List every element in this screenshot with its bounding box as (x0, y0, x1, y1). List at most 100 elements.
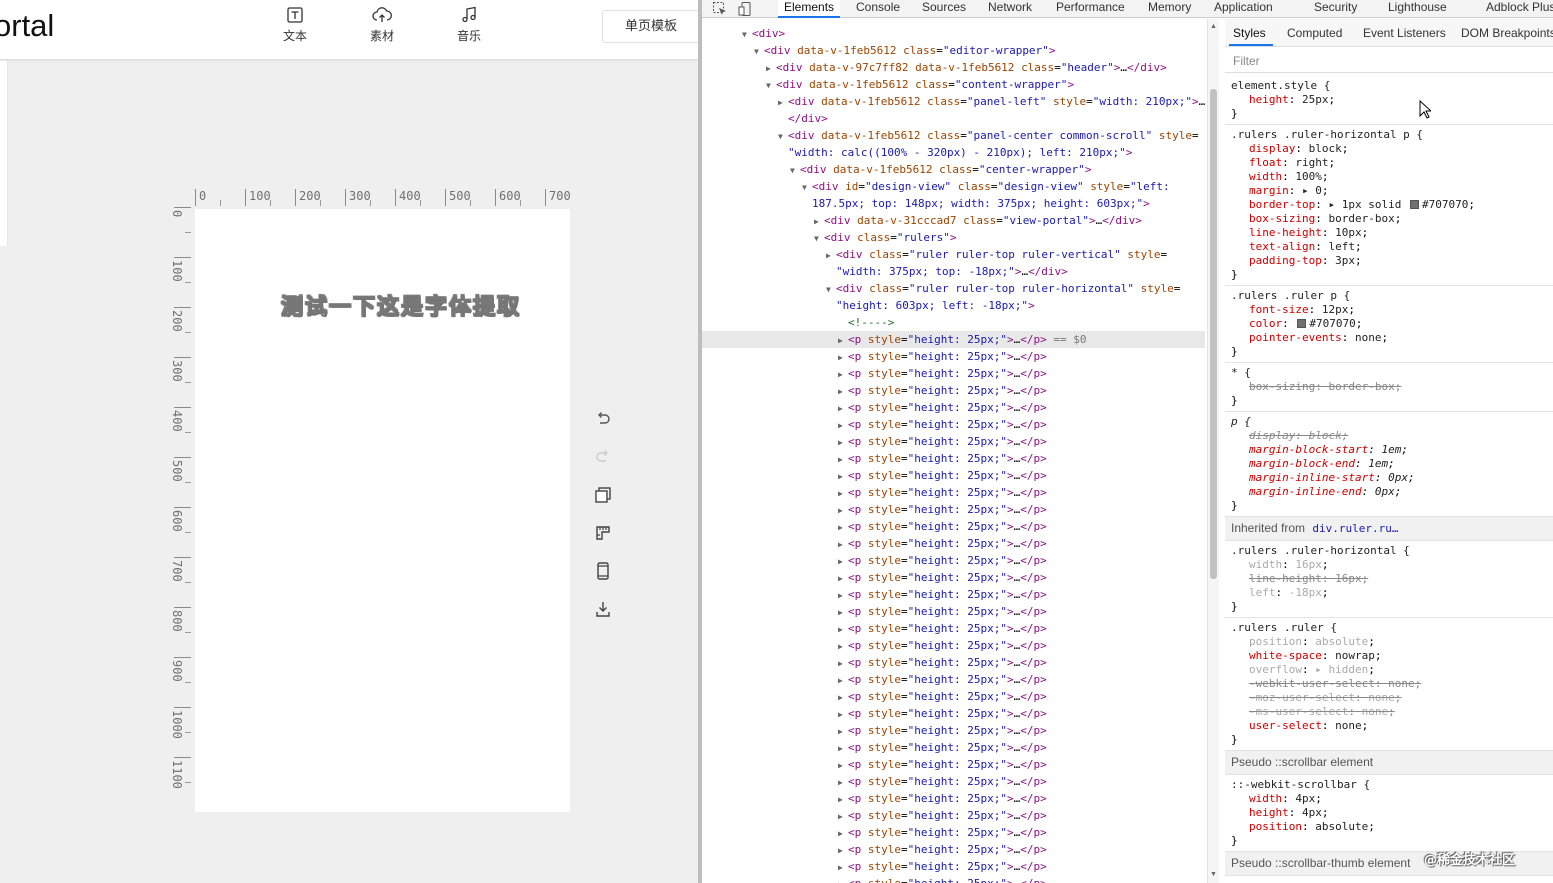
inspect-element-icon[interactable] (712, 1, 728, 17)
dom-node-selected[interactable]: ▶ <p style="height: 25px;">…</p> == $0 (702, 331, 1205, 348)
tab-styles[interactable]: Styles (1233, 26, 1266, 40)
devtools-tab-console[interactable]: Console (850, 0, 906, 18)
expand-triangle-icon[interactable]: ▶ (838, 570, 848, 586)
inherited-element-link[interactable]: div.ruler.ru… (1312, 522, 1398, 535)
collapse-triangle-icon[interactable]: ▼ (826, 281, 836, 297)
expand-triangle-icon[interactable]: ▶ (838, 859, 848, 875)
collapse-triangle-icon[interactable]: ▼ (742, 26, 752, 42)
expand-triangle-icon[interactable]: ▶ (838, 468, 848, 484)
expand-triangle-icon[interactable]: ▶ (838, 672, 848, 688)
color-swatch[interactable] (1297, 319, 1307, 328)
devtools-tab-lighthouse[interactable]: Lighthouse (1382, 0, 1453, 18)
dom-node[interactable]: ▶<p style="height: 25px;">…</p> (702, 467, 1205, 484)
dom-node[interactable]: ▶<p style="height: 25px;">…</p> (702, 756, 1205, 773)
undo-icon[interactable] (592, 408, 614, 430)
dom-node[interactable]: ▶<p style="height: 25px;">…</p> (702, 739, 1205, 756)
dom-node[interactable]: ▶<p style="height: 25px;">…</p> (702, 450, 1205, 467)
dom-node[interactable]: ▶<p style="height: 25px;">…</p> (702, 824, 1205, 841)
collapse-triangle-icon[interactable]: ▼ (790, 162, 800, 178)
dom-node[interactable]: ▶<p style="height: 25px;">…</p> (702, 671, 1205, 688)
dom-node[interactable]: ▶<p style="height: 25px;">…</p> (702, 382, 1205, 399)
design-canvas[interactable]: 测试一下这是字体提取 (195, 209, 570, 812)
dom-node[interactable]: ▶<p style="height: 25px;">…</p> (702, 654, 1205, 671)
expand-triangle-icon[interactable]: ▶ (838, 842, 848, 858)
devtools-tab-memory[interactable]: Memory (1142, 0, 1197, 18)
expand-triangle-icon[interactable]: ▶ (838, 638, 848, 654)
expand-triangle-icon[interactable]: ▶ (838, 366, 848, 382)
expand-triangle-icon[interactable]: ▶ (838, 740, 848, 756)
dom-node[interactable]: ▶<p style="height: 25px;">…</p> (702, 620, 1205, 637)
dom-node[interactable]: ▶ <div class="ruler ruler-top ruler-verti… (702, 246, 1205, 263)
dom-node[interactable]: ▶<p style="height: 25px;">…</p> (702, 790, 1205, 807)
dom-node[interactable]: ▼ <div data-v-1feb5612 class="center-wrap… (702, 161, 1205, 178)
devtools-tab-performance[interactable]: Performance (1050, 0, 1131, 18)
devtools-tab-sources[interactable]: Sources (916, 0, 972, 18)
dom-node[interactable]: ▶<p style="height: 25px;">…</p> (702, 365, 1205, 382)
collapse-triangle-icon[interactable]: ▼ (802, 179, 812, 195)
dom-node[interactable]: ▶ <div data-v-31cccad7 class="view-portal… (702, 212, 1205, 229)
collapse-triangle-icon[interactable]: ▼ (814, 230, 824, 246)
dom-node[interactable]: ▶<p style="height: 25px;">…</p> (702, 603, 1205, 620)
dom-node[interactable]: ▶<p style="height: 25px;">…</p> (702, 841, 1205, 858)
mobile-preview-icon[interactable] (592, 560, 614, 582)
dom-node[interactable]: ▶ <div data-v-97c7ff82 data-v-1feb5612 cl… (702, 59, 1205, 76)
expand-triangle-icon[interactable]: ▶ (838, 417, 848, 433)
dom-node[interactable]: ▼ <div data-v-1feb5612 class="panel-cente… (702, 127, 1205, 144)
expand-triangle-icon[interactable]: ▶ (838, 791, 848, 807)
expand-triangle-icon[interactable]: ▶ (838, 604, 848, 620)
device-toolbar-icon[interactable] (738, 1, 754, 17)
redo-icon[interactable] (592, 446, 614, 468)
expand-triangle-icon[interactable]: ▶ (838, 536, 848, 552)
dom-node[interactable]: "height: 603px; left: -18px;"> (702, 297, 1205, 314)
devtools-tab-application[interactable]: Application (1208, 0, 1279, 18)
dom-node[interactable]: <!----> (702, 314, 1205, 331)
dom-node[interactable]: ▶ <div data-v-1feb5612 class="panel-left"… (702, 93, 1205, 110)
dom-node[interactable]: ▶<p style="height: 25px;">…</p> (702, 586, 1205, 603)
expand-triangle-icon[interactable]: ▶ (838, 451, 848, 467)
expand-triangle-icon[interactable]: ▶ (838, 434, 848, 450)
dom-node[interactable]: ▶<p style="height: 25px;">…</p> (702, 637, 1205, 654)
dom-node[interactable]: ▶<p style="height: 25px;">…</p> (702, 552, 1205, 569)
expand-triangle-icon[interactable]: ▶ (766, 60, 776, 76)
dom-node[interactable]: ▶<p style="height: 25px;">…</p> (702, 348, 1205, 365)
dom-node[interactable]: ▶<p style="height: 25px;">…</p> (702, 535, 1205, 552)
dom-node[interactable]: ▼ <div data-v-1feb5612 class="content-wra… (702, 76, 1205, 93)
scroll-down-arrow-icon[interactable]: ▼ (1210, 871, 1217, 878)
dom-node[interactable]: ▶<p style="height: 25px;">…</p> (702, 433, 1205, 450)
expand-triangle-icon[interactable]: ▶ (838, 825, 848, 841)
dom-node[interactable]: "width: calc((100% - 320px) - 210px); le… (702, 144, 1205, 161)
material-tool-button[interactable]: 素材 (362, 6, 402, 44)
dom-node[interactable]: ▶<p style="height: 25px;">…</p> (702, 399, 1205, 416)
dom-node[interactable]: ▶<p style="height: 25px;">…</p> (702, 501, 1205, 518)
styles-filter-input[interactable]: Filter (1225, 49, 1553, 73)
devtools-tab-adblock-plus[interactable]: Adblock Plus (1480, 0, 1553, 18)
dom-node[interactable]: ▶<p style="height: 25px;">…</p> (702, 807, 1205, 824)
expand-triangle-icon[interactable]: ▶ (838, 485, 848, 501)
expand-triangle-icon[interactable]: ▶ (838, 383, 848, 399)
color-swatch[interactable] (1409, 200, 1419, 209)
expand-triangle-icon[interactable]: ▶ (838, 757, 848, 773)
single-page-template-button[interactable]: 单页模板 (602, 10, 698, 43)
expand-triangle-icon[interactable]: ▶ (838, 349, 848, 365)
tab-computed[interactable]: Computed (1287, 26, 1342, 40)
dom-node[interactable]: ▶<p style="height: 25px;">…</p> (702, 688, 1205, 705)
scroll-up-arrow-icon[interactable]: ▲ (1210, 23, 1217, 30)
expand-triangle-icon[interactable]: ▶ (838, 400, 848, 416)
tab-dom-breakpoints[interactable]: DOM Breakpoints (1461, 26, 1553, 40)
dom-node[interactable]: ▶<p style="height: 25px;">…</p> (702, 722, 1205, 739)
dom-node[interactable]: ▼ <div class="ruler ruler-top ruler-horiz… (702, 280, 1205, 297)
dom-node[interactable]: 187.5px; top: 148px; width: 375px; heigh… (702, 195, 1205, 212)
dom-node[interactable]: ▶<p style="height: 25px;">…</p> (702, 705, 1205, 722)
dom-node[interactable]: ▼ <div> (702, 25, 1205, 42)
elements-dom-tree[interactable]: ⋯ ▼<div>▼<div data-v-1feb5612 class="edi… (702, 19, 1205, 883)
expand-triangle-icon[interactable]: ▶ (838, 774, 848, 790)
expand-triangle-icon[interactable]: ▶ (838, 621, 848, 637)
dom-node[interactable]: "width: 375px; top: -18px;">…</div> (702, 263, 1205, 280)
expand-triangle-icon[interactable]: ▶ (826, 247, 836, 263)
expand-triangle-icon[interactable]: ▶ (838, 502, 848, 518)
elements-scroll-thumb[interactable] (1210, 89, 1217, 579)
canvas-text-element[interactable]: 测试一下这是字体提取 (280, 289, 521, 321)
ruler-icon[interactable] (592, 522, 614, 544)
dom-node[interactable]: ▼ <div id="design-view" class="design-vie… (702, 178, 1205, 195)
devtools-tab-elements[interactable]: Elements (778, 0, 841, 18)
